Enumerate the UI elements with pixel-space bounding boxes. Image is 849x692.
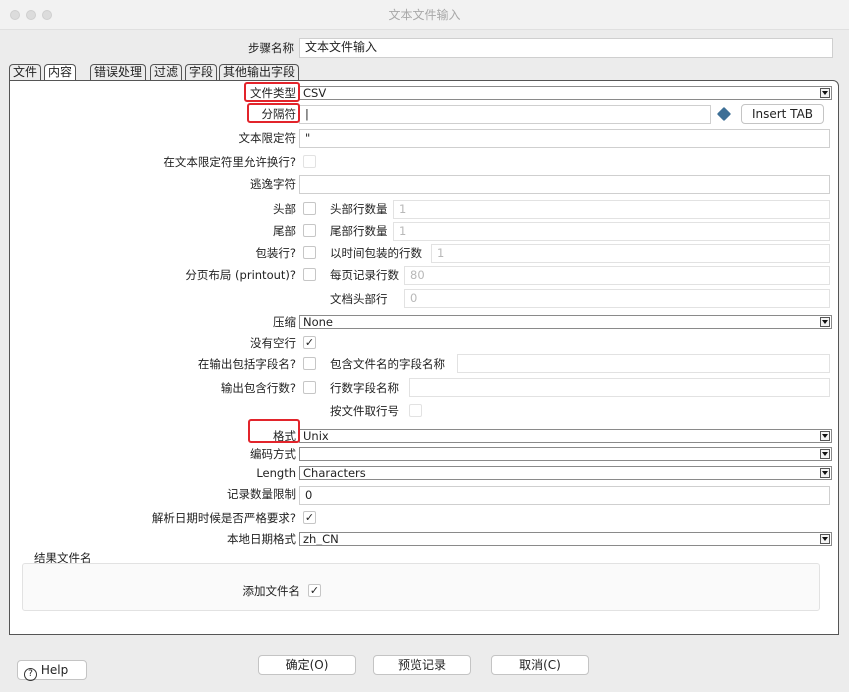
doc-header-input[interactable]: 0 bbox=[404, 289, 830, 308]
tab-fields[interactable]: 字段 bbox=[185, 64, 217, 81]
escape-label: 逃逸字符 bbox=[250, 176, 296, 192]
chevron-down-icon[interactable] bbox=[820, 431, 830, 441]
window-titlebar: 文本文件输入 bbox=[0, 0, 849, 30]
result-filename-group bbox=[22, 563, 820, 611]
highlight-file-type bbox=[244, 82, 300, 102]
locale-label: 本地日期格式 bbox=[227, 531, 296, 547]
paged-label: 分页布局 (printout)? bbox=[185, 267, 296, 283]
include-filename-checkbox[interactable] bbox=[303, 357, 316, 370]
lenient-date-checkbox[interactable]: ✓ bbox=[303, 511, 316, 524]
doc-header-label: 文档头部行 bbox=[330, 291, 388, 307]
paged-count-input[interactable]: 80 bbox=[404, 266, 830, 285]
include-filename-input[interactable] bbox=[457, 354, 830, 373]
header-label: 头部 bbox=[273, 201, 296, 217]
ok-button[interactable]: 确定(O) bbox=[258, 655, 356, 675]
compression-select[interactable]: None bbox=[299, 315, 832, 329]
lenient-date-label: 解析日期时候是否严格要求? bbox=[152, 510, 296, 526]
tab-filter[interactable]: 过滤 bbox=[150, 64, 182, 81]
wrap-count-label: 以时间包装的行数 bbox=[330, 245, 422, 261]
wrap-count-input[interactable]: 1 bbox=[431, 244, 830, 263]
rownum-by-file-checkbox[interactable] bbox=[409, 404, 422, 417]
limit-label: 记录数量限制 bbox=[227, 486, 296, 502]
length-label: Length bbox=[256, 465, 296, 481]
step-name-input[interactable]: 文本文件输入 bbox=[299, 38, 833, 58]
add-filename-checkbox[interactable]: ✓ bbox=[308, 584, 321, 597]
include-filename-field-label: 包含文件名的字段名称 bbox=[330, 356, 445, 372]
tab-content[interactable]: 内容 bbox=[44, 64, 76, 81]
chevron-down-icon[interactable] bbox=[820, 317, 830, 327]
length-value: Characters bbox=[303, 466, 366, 480]
footer-checkbox[interactable] bbox=[303, 224, 316, 237]
encoding-label: 编码方式 bbox=[250, 446, 296, 462]
step-name-label: 步骤名称 bbox=[248, 40, 294, 56]
separator-input[interactable]: | bbox=[299, 105, 711, 124]
no-empty-label: 没有空行 bbox=[250, 335, 296, 351]
include-rownum-label: 输出包含行数? bbox=[221, 380, 296, 396]
header-checkbox[interactable] bbox=[303, 202, 316, 215]
footer-label: 尾部 bbox=[273, 223, 296, 239]
file-type-value: CSV bbox=[303, 86, 326, 100]
help-button[interactable]: ? Help bbox=[17, 660, 87, 680]
tab-other-output-fields[interactable]: 其他输出字段 bbox=[219, 64, 299, 81]
enclosure-input[interactable]: " bbox=[299, 129, 830, 148]
format-value: Unix bbox=[303, 429, 329, 443]
footer-count-input[interactable]: 1 bbox=[393, 222, 830, 241]
close-window-button[interactable] bbox=[10, 10, 20, 20]
window-title: 文本文件输入 bbox=[388, 8, 460, 22]
tab-file[interactable]: 文件 bbox=[9, 64, 41, 81]
length-select[interactable]: Characters bbox=[299, 466, 832, 480]
header-count-input[interactable]: 1 bbox=[393, 200, 830, 219]
minimize-window-button[interactable] bbox=[26, 10, 36, 20]
encoding-select[interactable] bbox=[299, 447, 832, 461]
help-circle-icon: ? bbox=[24, 668, 37, 681]
chevron-down-icon[interactable] bbox=[820, 88, 830, 98]
highlight-separator bbox=[247, 103, 300, 123]
limit-input[interactable]: 0 bbox=[299, 486, 830, 505]
format-select[interactable]: Unix bbox=[299, 429, 832, 443]
include-rownum-input[interactable] bbox=[409, 378, 830, 397]
rownum-by-file-label: 按文件取行号 bbox=[330, 403, 399, 419]
enclosure-label: 文本限定符 bbox=[239, 130, 297, 146]
wrap-checkbox[interactable] bbox=[303, 246, 316, 259]
tab-error-handling[interactable]: 错误处理 bbox=[90, 64, 146, 81]
chevron-down-icon[interactable] bbox=[820, 534, 830, 544]
paged-count-label: 每页记录行数 bbox=[330, 267, 399, 283]
locale-select[interactable]: zh_CN bbox=[299, 532, 832, 546]
footer-count-label: 尾部行数量 bbox=[330, 223, 388, 239]
escape-input[interactable] bbox=[299, 175, 830, 194]
insert-tab-button[interactable]: Insert TAB bbox=[741, 104, 824, 124]
no-empty-checkbox[interactable]: ✓ bbox=[303, 336, 316, 349]
add-filename-label: 添加文件名 bbox=[243, 583, 301, 599]
include-rownum-field-label: 行数字段名称 bbox=[330, 380, 399, 396]
allow-breaks-checkbox[interactable] bbox=[303, 155, 316, 168]
file-type-select[interactable]: CSV bbox=[299, 86, 832, 100]
header-count-label: 头部行数量 bbox=[330, 201, 388, 217]
include-filename-label: 在输出包括字段名? bbox=[198, 356, 296, 372]
compression-value: None bbox=[303, 315, 333, 329]
zoom-window-button[interactable] bbox=[42, 10, 52, 20]
locale-value: zh_CN bbox=[303, 532, 339, 546]
preview-button[interactable]: 预览记录 bbox=[373, 655, 471, 675]
help-button-label: Help bbox=[41, 663, 68, 677]
chevron-down-icon[interactable] bbox=[820, 449, 830, 459]
highlight-format bbox=[248, 419, 300, 443]
include-rownum-checkbox[interactable] bbox=[303, 381, 316, 394]
compression-label: 压缩 bbox=[273, 314, 296, 330]
paged-checkbox[interactable] bbox=[303, 268, 316, 281]
allow-breaks-label: 在文本限定符里允许换行? bbox=[163, 154, 296, 170]
wrap-label: 包装行? bbox=[255, 245, 296, 261]
cancel-button[interactable]: 取消(C) bbox=[491, 655, 589, 675]
chevron-down-icon[interactable] bbox=[820, 468, 830, 478]
